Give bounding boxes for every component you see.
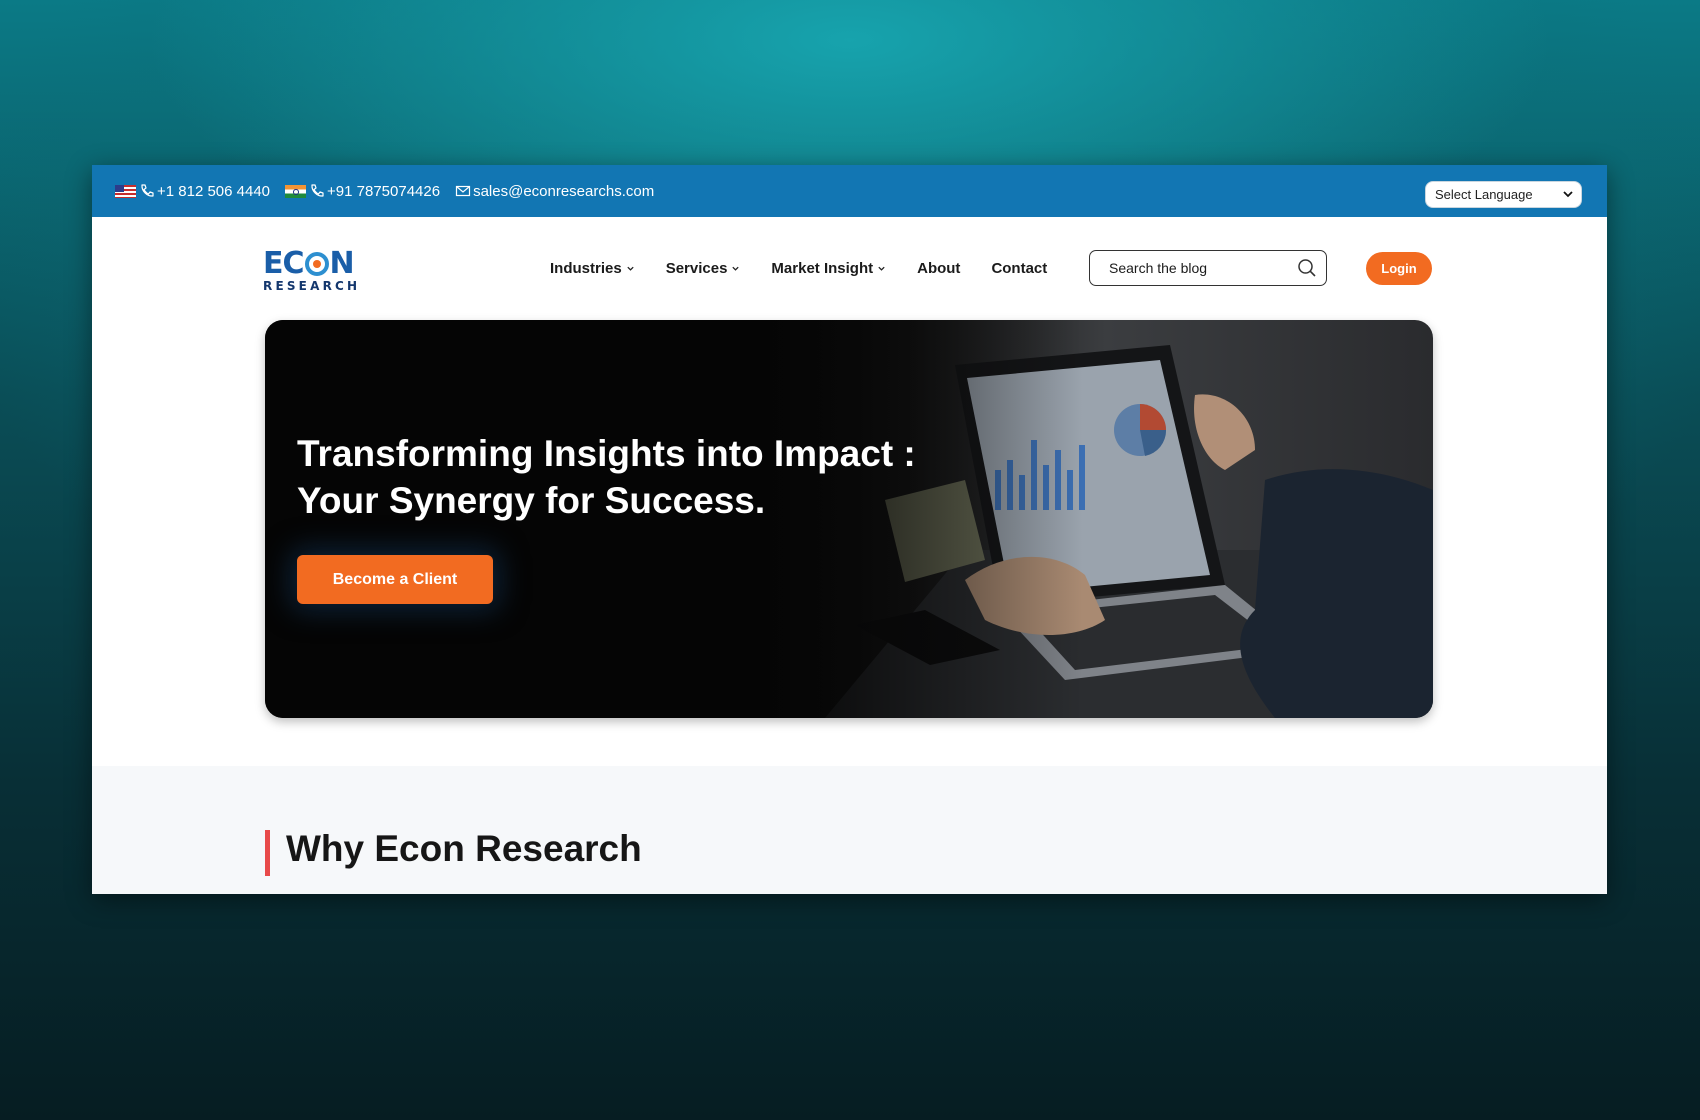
browser-page: +1 812 506 4440 +91 7875074426 sales@eco… — [92, 165, 1607, 894]
chevron-down-icon — [1563, 191, 1573, 198]
in-phone-number: +91 7875074426 — [327, 182, 441, 200]
nav-item-label: Industries — [550, 259, 622, 277]
email-address: sales@econresearchs.com — [473, 182, 655, 200]
logo-text-left: EC — [263, 246, 305, 281]
nav-item-label: Market Insight — [771, 259, 874, 277]
nav-menu: Industries Services Market Insight About… — [550, 217, 1078, 319]
nav-item-label: Services — [665, 259, 728, 277]
chevron-down-icon — [878, 266, 885, 271]
nav-item-industries[interactable]: Industries — [550, 260, 635, 277]
blog-search-input[interactable]: Search the blog — [1089, 250, 1327, 286]
language-select[interactable]: Select Language — [1425, 181, 1582, 208]
envelope-icon — [455, 183, 471, 199]
main-navigation: EC N RESEARCH Industries Services Market… — [92, 217, 1607, 319]
nav-item-label: Contact — [991, 259, 1048, 277]
why-section: Why Econ Research — [92, 766, 1607, 894]
logo-wordmark: EC N — [263, 246, 359, 281]
search-icon[interactable] — [1297, 258, 1317, 278]
india-flag-icon — [285, 184, 307, 198]
hero-banner: Transforming Insights into Impact : Your… — [265, 320, 1433, 718]
top-contact-bar: +1 812 506 4440 +91 7875074426 sales@eco… — [92, 165, 1607, 217]
email-contact[interactable]: sales@econresearchs.com — [455, 183, 654, 200]
hero-headline: Transforming Insights into Impact : Your… — [297, 430, 997, 524]
hero-headline-line1: Transforming Insights into Impact : — [297, 433, 916, 474]
become-client-button[interactable]: Become a Client — [297, 555, 493, 604]
logo-globe-icon — [304, 252, 329, 276]
nav-item-label: About — [917, 259, 961, 277]
why-section-title: Why Econ Research — [286, 828, 642, 869]
logo-subtext: RESEARCH — [263, 279, 361, 293]
nav-item-services[interactable]: Services — [666, 260, 741, 277]
login-button[interactable]: Login — [1366, 252, 1432, 285]
hero-headline-line2: Your Synergy for Success. — [297, 480, 766, 521]
econ-research-logo[interactable]: EC N RESEARCH — [263, 246, 361, 294]
chevron-down-icon — [627, 266, 634, 271]
us-phone-number: +1 812 506 4440 — [157, 182, 271, 200]
phone-icon — [309, 183, 325, 199]
chevron-down-icon — [732, 266, 740, 271]
in-phone-contact[interactable]: +91 7875074426 — [285, 183, 440, 200]
section-accent-bar — [265, 830, 270, 876]
nav-item-market-insight[interactable]: Market Insight — [771, 260, 886, 277]
nav-item-contact[interactable]: Contact — [991, 260, 1047, 277]
search-placeholder: Search the blog — [1109, 260, 1208, 276]
logo-text-right: N — [329, 246, 355, 281]
language-select-value: Select Language — [1435, 187, 1533, 202]
nav-item-about[interactable]: About — [917, 260, 960, 277]
us-flag-icon — [115, 184, 136, 198]
phone-icon — [139, 183, 155, 199]
us-phone-contact[interactable]: +1 812 506 4440 — [115, 183, 270, 200]
